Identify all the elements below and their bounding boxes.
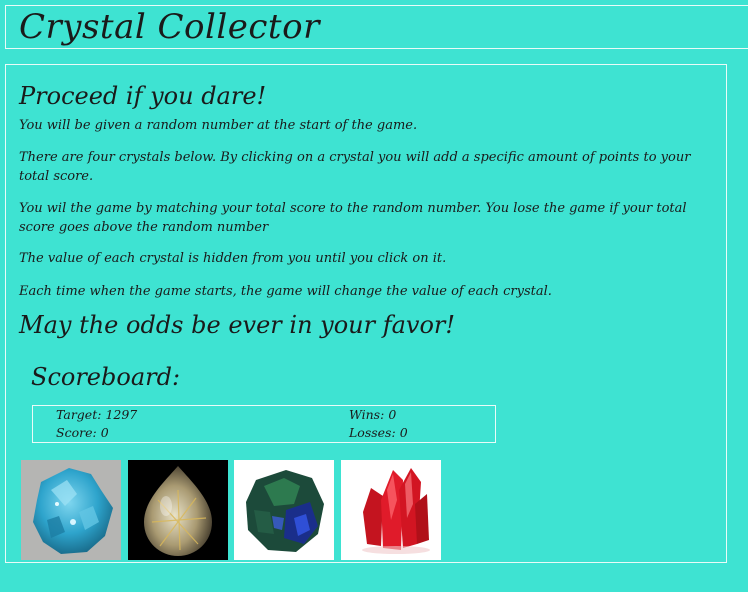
wins-label: Wins: [349,407,385,422]
target-stat: Target: 1297 [56,406,137,424]
crystal-button-azurite[interactable] [234,460,334,560]
closing-heading: May the odds be ever in your favor! [19,311,456,339]
wins-value: 0 [388,407,397,422]
scoreboard-title: Scoreboard: [31,363,181,391]
score-stat: Score: 0 [56,424,109,442]
target-value: 1297 [105,407,138,422]
score-value: 0 [100,425,109,440]
losses-value: 0 [399,425,408,440]
target-label: Target: [56,407,102,422]
losses-stat: Losses: 0 [349,424,408,442]
game-panel: Proceed if you dare! You will be given a… [5,64,727,563]
wins-stat: Wins: 0 [349,406,396,424]
intro-paragraph: You wil the game by matching your total … [19,201,687,235]
azurite-crystal-icon [246,470,324,552]
crystal-button-red[interactable] [341,460,441,560]
score-label: Score: [56,425,97,440]
intro-paragraph: Each time when the game starts, the game… [19,284,552,299]
header: Crystal Collector [5,5,748,49]
intro-heading: Proceed if you dare! [19,82,267,110]
crystal-button-blue[interactable] [21,460,121,560]
intro-paragraph: The value of each crystal is hidden from… [19,251,447,266]
scoreboard: Target: 1297 Score: 0 Wins: 0 Losses: 0 [32,405,496,443]
losses-label: Losses: [349,425,396,440]
quartz-crystal-icon [144,466,212,556]
app-title: Crystal Collector [19,7,320,47]
intro-paragraph: There are four crystals below. By clicki… [19,150,691,184]
red-crystal-icon [362,468,430,554]
crystal-button-quartz[interactable] [128,460,228,560]
intro-paragraph: You will be given a random number at the… [19,118,418,133]
blue-crystal-icon [33,468,113,554]
